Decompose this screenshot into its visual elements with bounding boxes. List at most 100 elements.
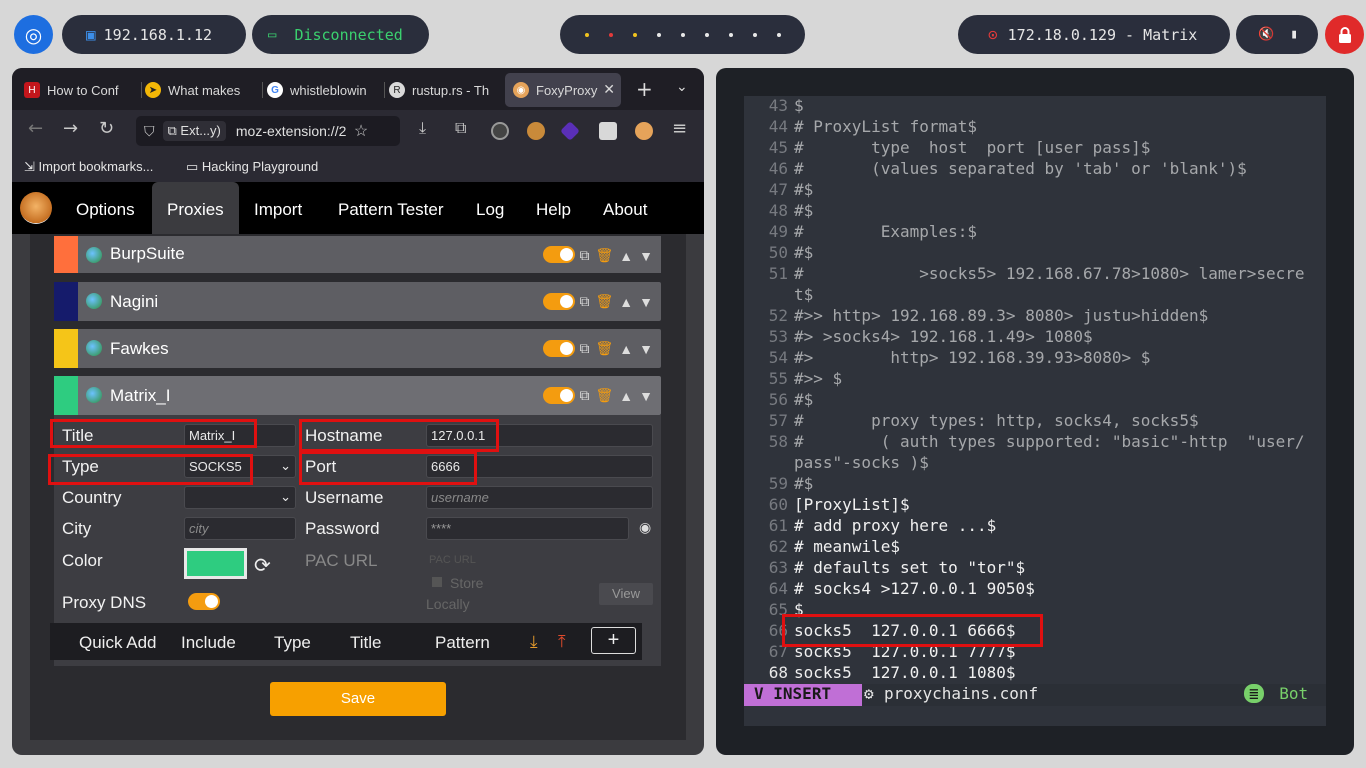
code-line[interactable]: 56 #$: [744, 390, 1326, 411]
move-down-icon[interactable]: ▼: [639, 248, 653, 264]
save-button[interactable]: Save: [270, 682, 446, 716]
workspace-dot[interactable]: [776, 32, 781, 37]
nav-about[interactable]: About: [603, 182, 647, 234]
close-tab-icon[interactable]: ✕: [603, 81, 615, 98]
code-line[interactable]: 57 # proxy types: http, socks4, socks5$: [744, 411, 1326, 432]
code-line[interactable]: 60 [ProxyList]$: [744, 495, 1326, 516]
extension-icon[interactable]: [491, 122, 509, 140]
code-line[interactable]: t$: [744, 285, 1326, 306]
extension-identity-chip[interactable]: ⧉ Ext...y): [162, 121, 226, 141]
tab-list-chevron-icon[interactable]: ⌄: [676, 79, 688, 95]
proxy-row[interactable]: Nagini ⧉ 🗑 ▲ ▼: [54, 282, 661, 321]
back-icon[interactable]: ←: [28, 118, 43, 139]
code-line[interactable]: 43 $: [744, 96, 1326, 117]
move-up-icon[interactable]: ▲: [619, 248, 633, 264]
code-line[interactable]: 53 #> >socks4> 192.168.1.49> 1080$: [744, 327, 1326, 348]
bookmark-hacking-playground[interactable]: ▭ Hacking Playground: [186, 159, 318, 175]
move-down-icon[interactable]: ▼: [639, 294, 653, 310]
workspace-switcher[interactable]: [560, 15, 805, 54]
target-widget[interactable]: ⊙ 172.18.0.129 - Matrix: [958, 15, 1230, 54]
random-color-icon[interactable]: ⟳: [254, 553, 271, 578]
code-line[interactable]: 46 # (values separated by 'tab' or 'blank…: [744, 159, 1326, 180]
nav-help[interactable]: Help: [536, 182, 571, 234]
os-menu-icon[interactable]: ◎: [14, 15, 53, 54]
code-line[interactable]: 55 #>> $: [744, 369, 1326, 390]
delete-icon[interactable]: 🗑: [596, 340, 614, 357]
city-input[interactable]: city: [184, 517, 296, 540]
proxy-enable-toggle[interactable]: [543, 293, 575, 310]
code-line[interactable]: 62 # meanwile$: [744, 537, 1326, 558]
export-patterns-icon[interactable]: ⤒: [558, 632, 566, 652]
code-line[interactable]: pass"-socks )$: [744, 453, 1326, 474]
copy-icon[interactable]: ⧉: [580, 340, 590, 357]
extensions-icon[interactable]: ⧉: [455, 118, 466, 138]
show-password-eye-icon[interactable]: ◉: [639, 519, 651, 536]
proxy-row[interactable]: Fawkes ⧉ 🗑 ▲ ▼: [54, 329, 661, 368]
code-line[interactable]: 51 # >socks5> 192.168.67.78>1080> lamer>s…: [744, 264, 1326, 285]
import-patterns-icon[interactable]: ⤓: [530, 632, 538, 652]
system-tray[interactable]: 🔇 ▮: [1236, 15, 1318, 54]
tab-how-to-conf[interactable]: H How to Conf: [24, 73, 137, 107]
download-icon[interactable]: ⤓: [419, 118, 426, 138]
code-line[interactable]: 45 # type host port [user pass]$: [744, 138, 1326, 159]
new-tab-icon[interactable]: +: [636, 77, 653, 101]
proxy-enable-toggle[interactable]: [543, 340, 575, 357]
workspace-dot[interactable]: [608, 32, 613, 37]
view-button[interactable]: View: [599, 583, 653, 605]
code-line[interactable]: 68 socks5 127.0.0.1 1080$: [744, 663, 1326, 684]
proxy-enable-toggle[interactable]: [543, 246, 575, 263]
move-up-icon[interactable]: ▲: [619, 388, 633, 404]
copy-icon[interactable]: ⧉: [580, 247, 590, 264]
code-line[interactable]: 64 # socks4 >127.0.0.1 9050$: [744, 579, 1326, 600]
terminal-window[interactable]: 43 $44 # ProxyList format$ 45 # type host po…: [716, 68, 1354, 755]
proxy-dns-toggle[interactable]: [188, 593, 220, 610]
code-line[interactable]: 54 #> http> 192.168.39.93>8080> $: [744, 348, 1326, 369]
delete-icon[interactable]: 🗑: [596, 293, 614, 310]
copy-icon[interactable]: ⧉: [580, 293, 590, 310]
reload-icon[interactable]: ↻: [99, 118, 114, 139]
tab-whistleblowing[interactable]: G whistleblowin: [267, 73, 380, 107]
code-line[interactable]: 52 #>> http> 192.168.89.3> 8080> justu>hi…: [744, 306, 1326, 327]
nav-pattern-tester[interactable]: Pattern Tester: [338, 182, 444, 234]
username-input[interactable]: username: [426, 486, 653, 509]
cookie-icon[interactable]: [527, 122, 545, 140]
color-picker[interactable]: [184, 548, 247, 579]
vpn-status-widget[interactable]: ▭ Disconnected: [252, 15, 429, 54]
workspace-dot[interactable]: [632, 32, 637, 37]
tab-rustup[interactable]: R rustup.rs - Th: [389, 73, 502, 107]
bookmark-import[interactable]: ⇲ Import bookmarks...: [24, 159, 153, 175]
mute-icon[interactable]: 🔇: [1258, 27, 1274, 42]
battery-icon[interactable]: ▮: [1290, 27, 1298, 42]
workspace-dot[interactable]: [728, 32, 733, 37]
add-pattern-button[interactable]: +: [591, 627, 636, 654]
workspace-dot[interactable]: [752, 32, 757, 37]
bookmark-star-icon[interactable]: ☆: [354, 121, 368, 141]
forward-icon[interactable]: →: [63, 118, 78, 139]
workspace-dot[interactable]: [680, 32, 685, 37]
delete-icon[interactable]: 🗑: [596, 247, 614, 264]
workspace-dot[interactable]: [656, 32, 661, 37]
proxy-row-selected[interactable]: Matrix_I ⧉ 🗑 ▲ ▼: [54, 376, 661, 415]
move-down-icon[interactable]: ▼: [639, 341, 653, 357]
code-line[interactable]: 47 #$: [744, 180, 1326, 201]
delete-icon[interactable]: 🗑: [596, 387, 614, 404]
nav-log[interactable]: Log: [476, 182, 504, 234]
local-ip-widget[interactable]: ▣ 192.168.1.12: [62, 15, 246, 54]
code-line[interactable]: 50 #$: [744, 243, 1326, 264]
tab-what-makes[interactable]: ➤ What makes: [145, 73, 258, 107]
store-locally-checkbox[interactable]: [432, 577, 442, 587]
workspace-dot[interactable]: [704, 32, 709, 37]
workspace-dot[interactable]: [584, 32, 589, 37]
lock-icon[interactable]: [1325, 15, 1364, 54]
code-line[interactable]: 61 # add proxy here ...$: [744, 516, 1326, 537]
code-line[interactable]: 63 # defaults set to "tor"$: [744, 558, 1326, 579]
proxy-row[interactable]: BurpSuite ⧉ 🗑 ▲ ▼: [54, 236, 661, 273]
copy-icon[interactable]: ⧉: [580, 387, 590, 404]
code-line[interactable]: 59 #$: [744, 474, 1326, 495]
tab-foxyproxy[interactable]: ◉ FoxyProxy ✕: [505, 73, 621, 107]
move-down-icon[interactable]: ▼: [639, 388, 653, 404]
move-up-icon[interactable]: ▲: [619, 341, 633, 357]
nav-proxies[interactable]: Proxies: [152, 182, 239, 234]
nav-options[interactable]: Options: [76, 182, 135, 234]
hamburger-menu-icon[interactable]: ≡: [672, 118, 687, 139]
